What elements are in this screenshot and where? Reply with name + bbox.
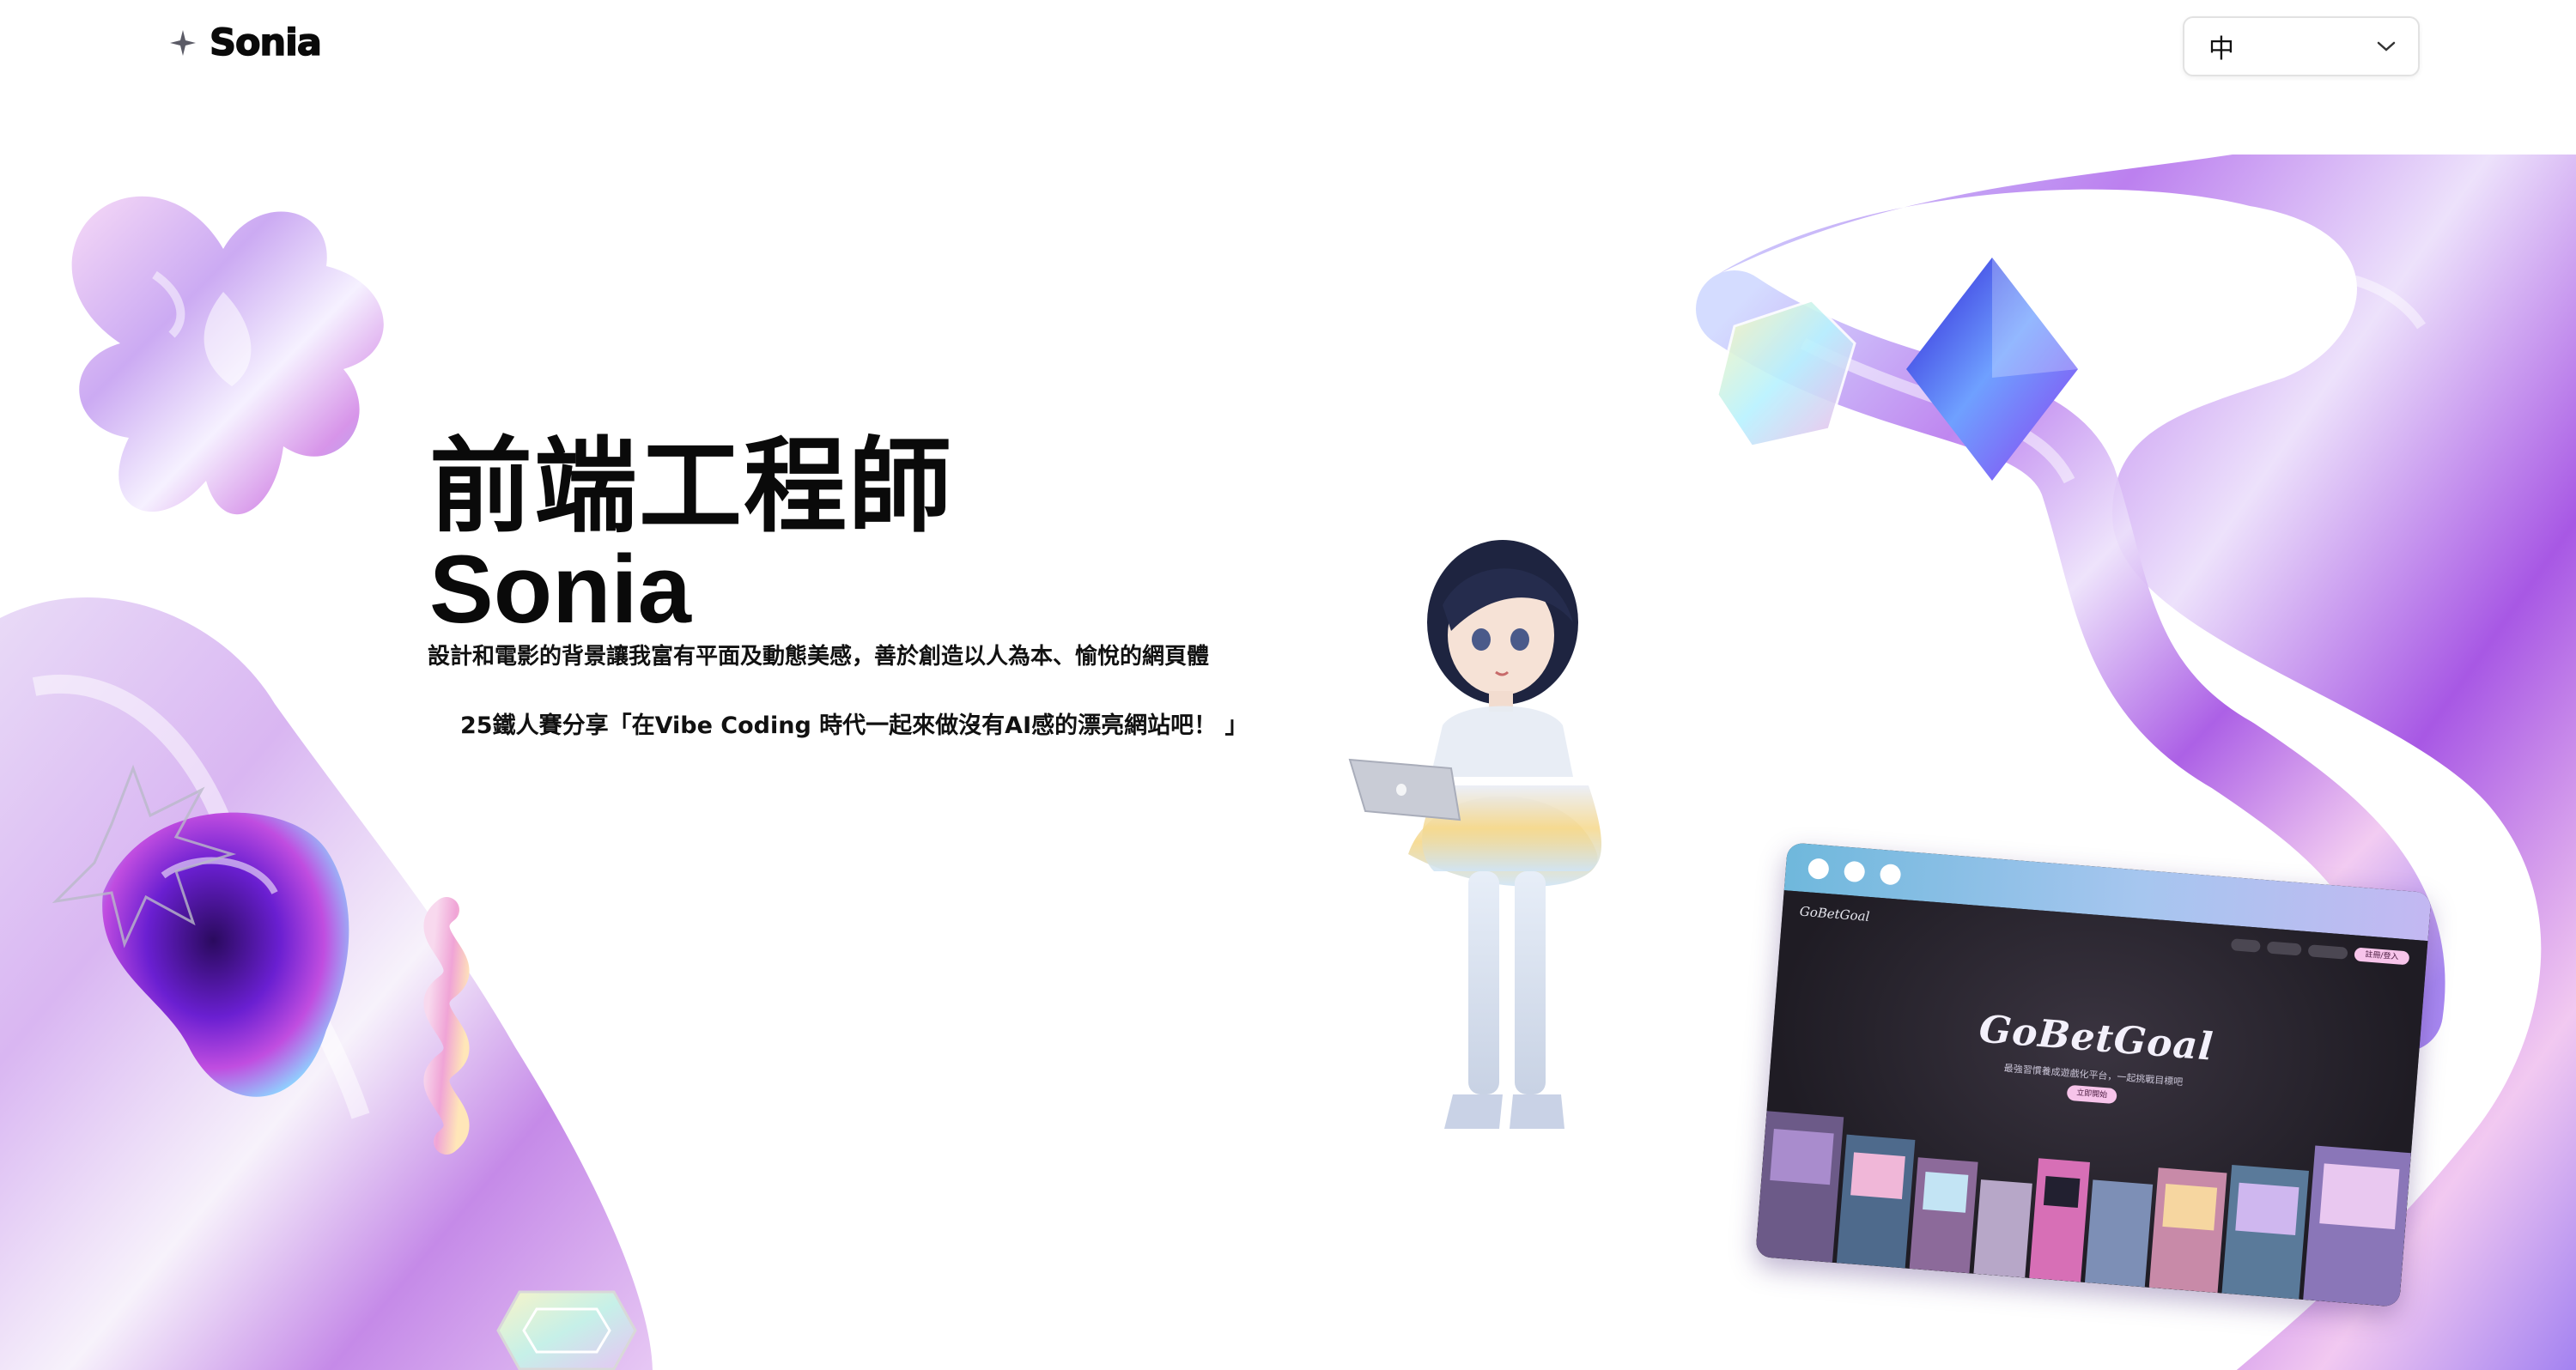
- preview-nav-item: [2307, 944, 2348, 960]
- logo-text: Sonia: [209, 21, 322, 64]
- window-dot-icon: [1843, 860, 1866, 883]
- window-dot-icon: [1879, 863, 1902, 886]
- hero-name: Sonia: [429, 536, 691, 643]
- preview-site-nav: 註冊/登入: [2230, 937, 2410, 966]
- window-dot-icon: [1807, 858, 1830, 881]
- ironman-talk-link[interactable]: 25鐵人賽分享「在Vibe Coding 時代一起來做沒有AI感的漂亮網站吧！ …: [460, 709, 1249, 743]
- preview-nav-item: [2266, 941, 2302, 956]
- preview-nav-item: [2230, 938, 2261, 953]
- language-select[interactable]: 中: [2183, 16, 2420, 76]
- preview-site-logo: GoBetGoal: [1799, 903, 1871, 924]
- site-logo[interactable]: Sonia: [168, 17, 323, 69]
- hero-description: 設計和電影的背景讓我富有平面及動態美感，善於創造以人為本、愉悅的網頁體: [428, 644, 1210, 670]
- liquid-chrome-wave-left-decoration: [0, 597, 653, 1370]
- project-preview-window[interactable]: GoBetGoal 註冊/登入 GoBetGoal 最強習慣養成遊戲化平台，一起…: [1755, 842, 2432, 1307]
- liquid-chrome-flower-decoration: [71, 196, 384, 515]
- chevron-down-icon: [2377, 41, 2396, 52]
- sparkle-icon: [170, 30, 196, 56]
- girl-with-laptop-illustration: [1348, 540, 1601, 1129]
- preview-nav-cta: 註冊/登入: [2354, 947, 2410, 966]
- portfolio-page: Sonia 中 前端工程師 Sonia 設計和電影的背景讓我富有平面及動態美感，…: [0, 0, 2576, 1370]
- project-screenshot: GoBetGoal 註冊/登入 GoBetGoal 最強習慣養成遊戲化平台，一起…: [1755, 890, 2428, 1307]
- hero-title: 前端工程師: [429, 427, 953, 547]
- crystal-gem-decoration: [496, 1290, 637, 1370]
- language-value: 中: [2208, 34, 2234, 64]
